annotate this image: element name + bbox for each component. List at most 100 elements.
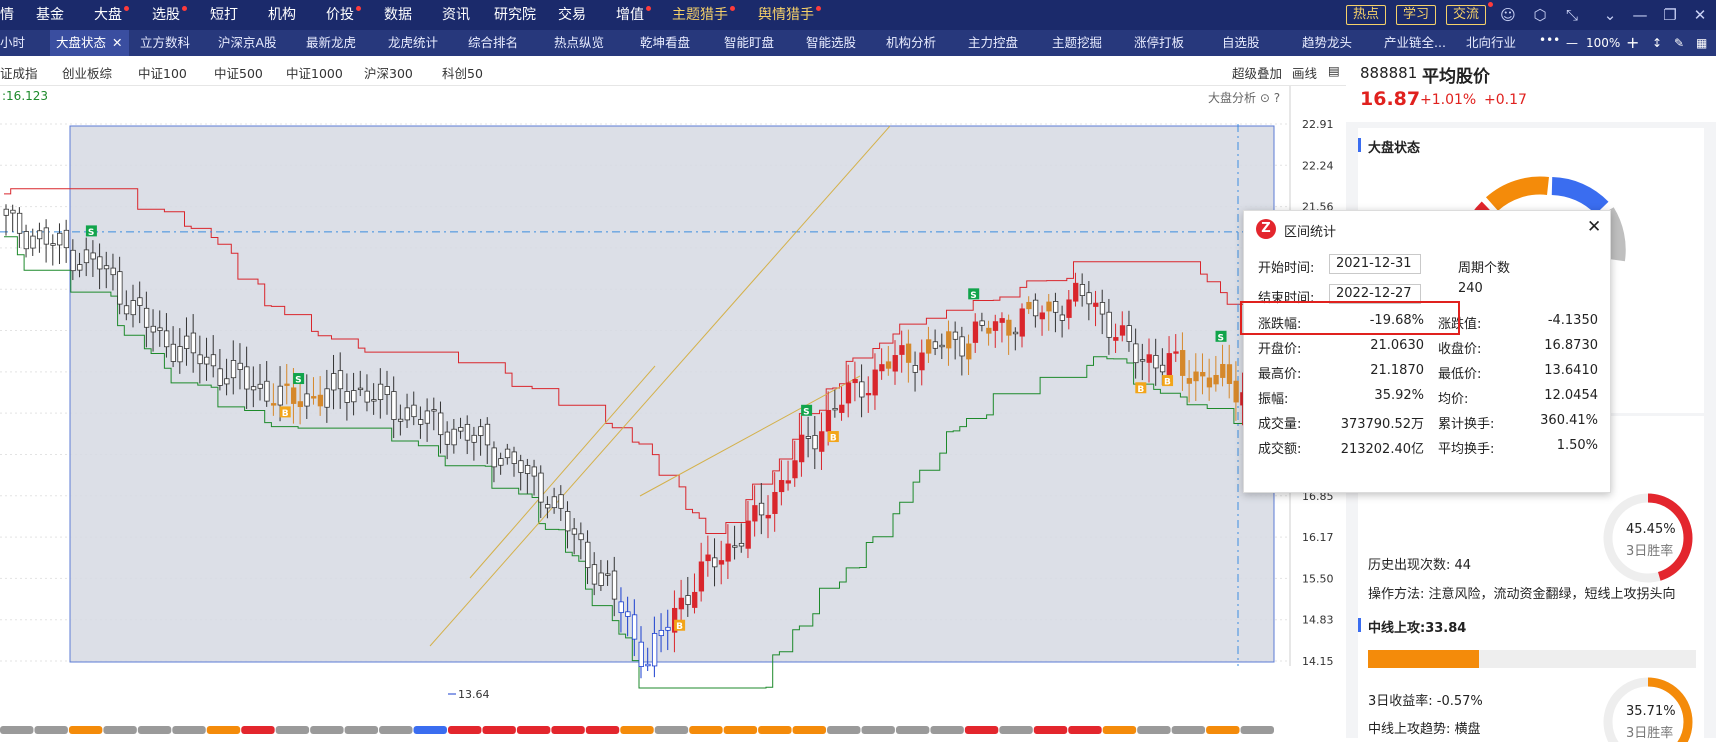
timeline-segment[interactable] [999,726,1033,734]
timeline-segment[interactable] [68,726,103,734]
timeline-segment[interactable] [275,726,310,734]
timeline-segment[interactable] [34,726,68,734]
nav-gold-item-0[interactable]: 主题猎手 [672,0,728,30]
index-tab-2[interactable]: 中证100 [138,63,187,82]
timeline-segment[interactable] [758,726,792,734]
learn-button[interactable]: 学习 [1396,5,1437,25]
tab-5[interactable]: 龙虎统计 [388,30,438,56]
nav-item-1[interactable]: 基金 [36,0,64,30]
close-icon[interactable]: ✕ [1690,5,1710,25]
nav-item-4[interactable]: 短打 [210,0,238,30]
timeline-segment[interactable] [895,726,930,734]
index-tab-3[interactable]: 中证500 [214,63,263,82]
vertical-icon[interactable]: ↕ [1652,30,1662,56]
timeline-segment[interactable] [310,726,344,734]
tab-9[interactable]: 智能盯盘 [724,30,774,56]
timeline-segment[interactable] [1137,726,1171,734]
timeline-segment[interactable] [827,726,861,734]
tab-2[interactable]: 立方数科 [140,30,190,56]
settings-icon[interactable]: ⬡ [1530,5,1550,25]
tab-close-icon[interactable]: ✕ [112,35,122,50]
start-time-input[interactable]: 2021-12-31 [1329,254,1421,274]
tab-11[interactable]: 机构分析 [886,30,936,56]
tab-7[interactable]: 热点纵览 [554,30,604,56]
timeline-segment[interactable] [861,726,895,734]
timeline-segment[interactable] [551,726,585,734]
timeline-segment[interactable] [241,726,275,734]
index-tab-5[interactable]: 沪深300 [364,63,413,82]
nav-item-5[interactable]: 机构 [268,0,296,30]
timeline-segment[interactable] [379,726,413,734]
tab-6[interactable]: 综合排名 [468,30,518,56]
tab-14[interactable]: 涨停打板 [1134,30,1184,56]
index-tab-6[interactable]: 科创50 [442,63,483,82]
kline-chart[interactable]: 22.9122.2421.5620.8820.2019.5218.8518.17… [0,86,1346,738]
timeline-segment[interactable] [0,726,34,734]
nav-item-2[interactable]: 大盘 [94,0,122,30]
timeline-segment[interactable] [792,726,827,734]
nav-item-3[interactable]: 选股 [152,0,180,30]
timeline-segment[interactable] [964,726,999,734]
layout-icon[interactable]: ▤ [1328,63,1340,78]
index-tab-0[interactable]: 证成指 [0,63,38,82]
timeline-segment[interactable] [1206,726,1240,734]
pen-icon[interactable]: ✎ [1674,30,1684,56]
zoom-out-icon[interactable]: — [1566,30,1578,56]
timeline-segment[interactable] [1068,726,1102,734]
user-icon[interactable]: ☺ [1498,5,1518,25]
chevron-down-icon[interactable]: ⌄ [1600,5,1620,25]
market-analysis-label[interactable]: 大盘分析 ⊙ ? [1208,89,1280,106]
timeline-segment[interactable] [1240,726,1274,734]
tab-12[interactable]: 主力控盘 [968,30,1018,56]
nav-item-10[interactable]: 交易 [558,0,586,30]
timeline-segment[interactable] [447,726,482,734]
timeline-segment[interactable] [137,726,172,734]
timeline-segment[interactable] [206,726,241,734]
tab-8[interactable]: 乾坤看盘 [640,30,690,56]
tab-16[interactable]: 趋势龙头 [1302,30,1352,56]
grid-icon[interactable]: ▦ [1696,30,1707,56]
tab-1[interactable]: 大盘状态 ✕ [50,30,129,56]
timeline-segment[interactable] [689,726,723,734]
close-icon[interactable]: ✕ [1587,217,1601,237]
nav-item-8[interactable]: 资讯 [442,0,470,30]
exchange-button[interactable]: 交流 [1446,5,1487,25]
tab-0[interactable]: 小时 [0,30,25,56]
timeline-segment[interactable] [1033,726,1068,734]
hot-button[interactable]: 热点 [1346,5,1387,25]
timeline-segment[interactable] [654,726,689,734]
timeline-segment[interactable] [930,726,964,734]
timeline-segment[interactable] [585,726,620,734]
timeline-segment[interactable] [620,726,654,734]
collapse-icon[interactable]: ⤡ [1562,5,1582,25]
tab-17[interactable]: 产业链全... [1384,30,1446,56]
more-icon[interactable]: ••• [1539,33,1560,47]
nav-item-11[interactable]: 增值 [616,0,644,30]
nav-item-7[interactable]: 数据 [384,0,412,30]
timeline-segment[interactable] [413,726,447,734]
zoom-in-icon[interactable]: + [1626,30,1639,56]
timeline-segment[interactable] [482,726,516,734]
tab-4[interactable]: 最新龙虎 [306,30,356,56]
tab-10[interactable]: 智能选股 [806,30,856,56]
super-overlay-button[interactable]: 超级叠加 [1232,63,1282,82]
selection-rect[interactable] [69,125,1275,663]
index-tab-1[interactable]: 创业板综 [62,63,112,82]
timeline-segment[interactable] [516,726,551,734]
timeline-segment[interactable] [344,726,379,734]
settings-circle-icon[interactable]: ⊙ [1260,91,1270,105]
timeline-segment[interactable] [723,726,758,734]
timeline-segment[interactable] [1171,726,1206,734]
tab-18[interactable]: 北向行业 [1466,30,1516,56]
tab-3[interactable]: 沪深京A股 [218,30,277,56]
minimize-icon[interactable]: — [1630,5,1650,25]
nav-gold-item-1[interactable]: 舆情猎手 [758,0,814,30]
kline-svg[interactable]: 22.9122.2421.5620.8820.2019.5218.8518.17… [0,86,1346,738]
nav-item-0[interactable]: 情 [0,0,14,30]
draw-line-button[interactable]: 画线 [1292,63,1317,82]
index-tab-4[interactable]: 中证1000 [286,63,343,82]
timeline-segment[interactable] [1102,726,1137,734]
nav-item-6[interactable]: 价投 [326,0,354,30]
restore-icon[interactable]: ❐ [1660,5,1680,25]
timeline-segment[interactable] [103,726,137,734]
